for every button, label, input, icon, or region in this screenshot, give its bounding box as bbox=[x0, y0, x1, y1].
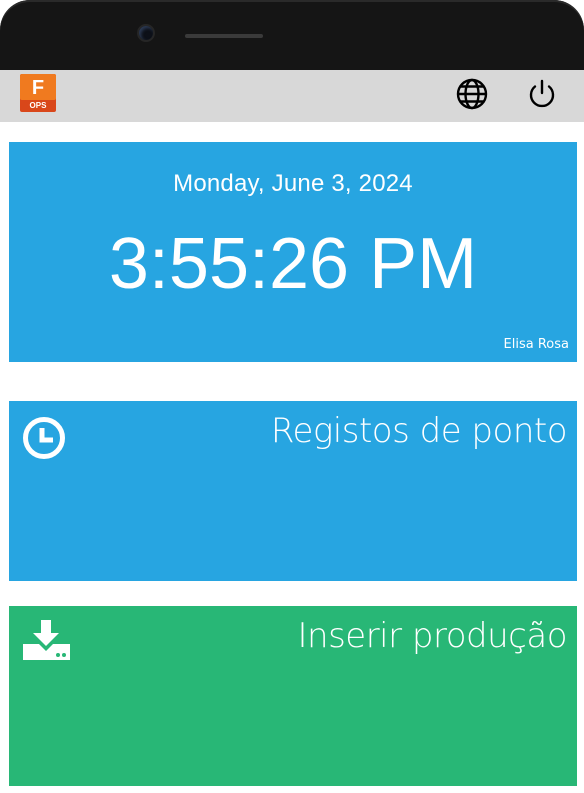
tile-label: Inserir produção bbox=[297, 616, 568, 656]
user-name: Elisa Rosa bbox=[503, 337, 569, 352]
app-logo-icon[interactable]: F OPS bbox=[19, 73, 57, 113]
download-icon bbox=[23, 620, 70, 660]
camera-icon bbox=[139, 26, 153, 40]
current-time: 3:55:26 PM bbox=[108, 224, 478, 304]
speaker-grille bbox=[185, 34, 263, 38]
clock-panel: Monday, June 3, 2024 3:55:26 PM Elisa Ro… bbox=[9, 142, 577, 362]
globe-icon[interactable] bbox=[455, 77, 489, 111]
clock-icon bbox=[23, 417, 65, 459]
tile-label: Registos de ponto bbox=[270, 411, 568, 451]
current-date: Monday, June 3, 2024 bbox=[173, 170, 413, 197]
tile-registos-de-ponto[interactable]: Registos de ponto bbox=[9, 401, 577, 581]
logo-letter: F bbox=[32, 77, 44, 99]
tile-inserir-producao[interactable]: Inserir produção bbox=[9, 606, 577, 786]
app-header: F OPS bbox=[0, 70, 584, 122]
power-icon[interactable] bbox=[526, 77, 558, 111]
logo-caption: OPS bbox=[30, 101, 48, 110]
device-bezel bbox=[0, 0, 584, 70]
